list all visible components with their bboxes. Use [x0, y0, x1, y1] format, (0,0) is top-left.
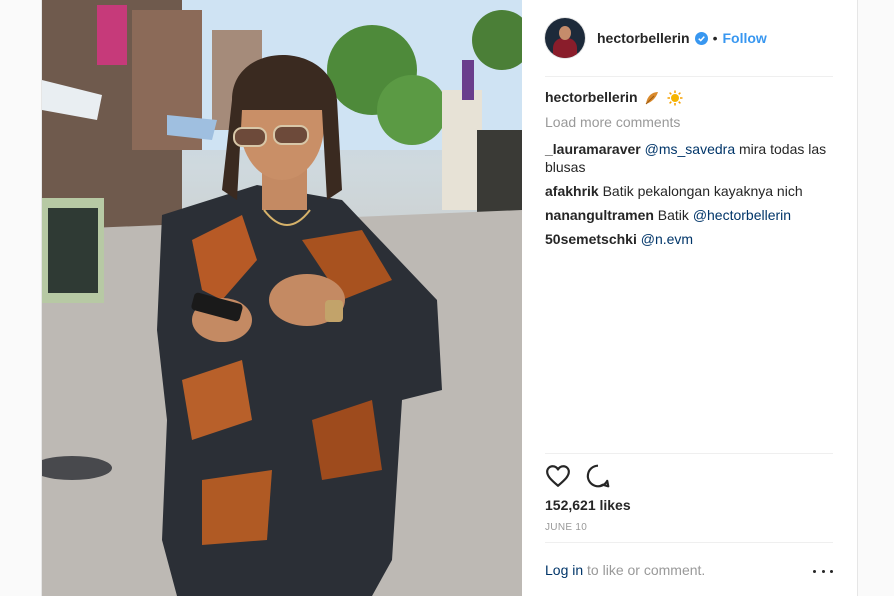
- login-prompt-text: to like or comment.: [583, 562, 706, 578]
- comment-mention[interactable]: @n.evm: [641, 231, 693, 247]
- footer-divider: [545, 542, 833, 543]
- more-options-icon[interactable]: [813, 566, 833, 576]
- login-prompt: Log in to like or comment.: [545, 562, 705, 578]
- actions-divider: [545, 453, 833, 454]
- post-date[interactable]: JUNE 10: [545, 522, 587, 533]
- load-more-comments-button[interactable]: Load more comments: [545, 114, 680, 130]
- photo-illustration: [42, 0, 522, 596]
- comment-username[interactable]: nanangultramen: [545, 207, 654, 223]
- comment-username[interactable]: _lauramaraver: [545, 141, 641, 157]
- post-photo[interactable]: [42, 0, 522, 596]
- separator-dot: •: [712, 30, 718, 46]
- login-link[interactable]: Log in: [545, 562, 583, 578]
- comment-item: nanangultramen Batik @hectorbellerin: [545, 206, 833, 224]
- comment-item: 50semetschki @n.evm: [545, 230, 833, 248]
- comment-item: _lauramaraver @ms_savedra mira todas las…: [545, 140, 833, 176]
- caption-username[interactable]: hectorbellerin: [545, 89, 638, 105]
- comment-text: Batik: [657, 207, 693, 223]
- post-sidebar: hectorbellerin • Follow hectorbellerin L…: [545, 0, 833, 596]
- comment-username[interactable]: 50semetschki: [545, 231, 637, 247]
- likes-count[interactable]: 152,621 likes: [545, 497, 631, 513]
- heart-icon[interactable]: [545, 463, 571, 489]
- author-username[interactable]: hectorbellerin: [597, 30, 690, 46]
- post-header: hectorbellerin • Follow: [545, 16, 833, 60]
- header-divider: [545, 76, 833, 77]
- comment-item: afakhrik Batik pekalongan kayaknya nich: [545, 182, 833, 200]
- post-actions: [545, 463, 625, 489]
- leaves-emoji: [646, 92, 659, 105]
- verified-badge-icon: [694, 31, 708, 45]
- avatar[interactable]: [545, 18, 585, 58]
- instagram-post: hectorbellerin • Follow hectorbellerin L…: [41, 0, 858, 596]
- sun-emoji: [667, 90, 683, 106]
- comment-mention[interactable]: @hectorbellerin: [693, 207, 791, 223]
- comment-text: Batik pekalongan kayaknya nich: [602, 183, 803, 199]
- comment-username[interactable]: afakhrik: [545, 183, 599, 199]
- follow-button[interactable]: Follow: [723, 30, 767, 46]
- comment-mention[interactable]: @ms_savedra: [645, 141, 735, 157]
- comments-list: _lauramaraver @ms_savedra mira todas las…: [545, 140, 833, 254]
- comment-bubble-icon[interactable]: [585, 463, 611, 489]
- post-caption: hectorbellerin: [545, 88, 683, 106]
